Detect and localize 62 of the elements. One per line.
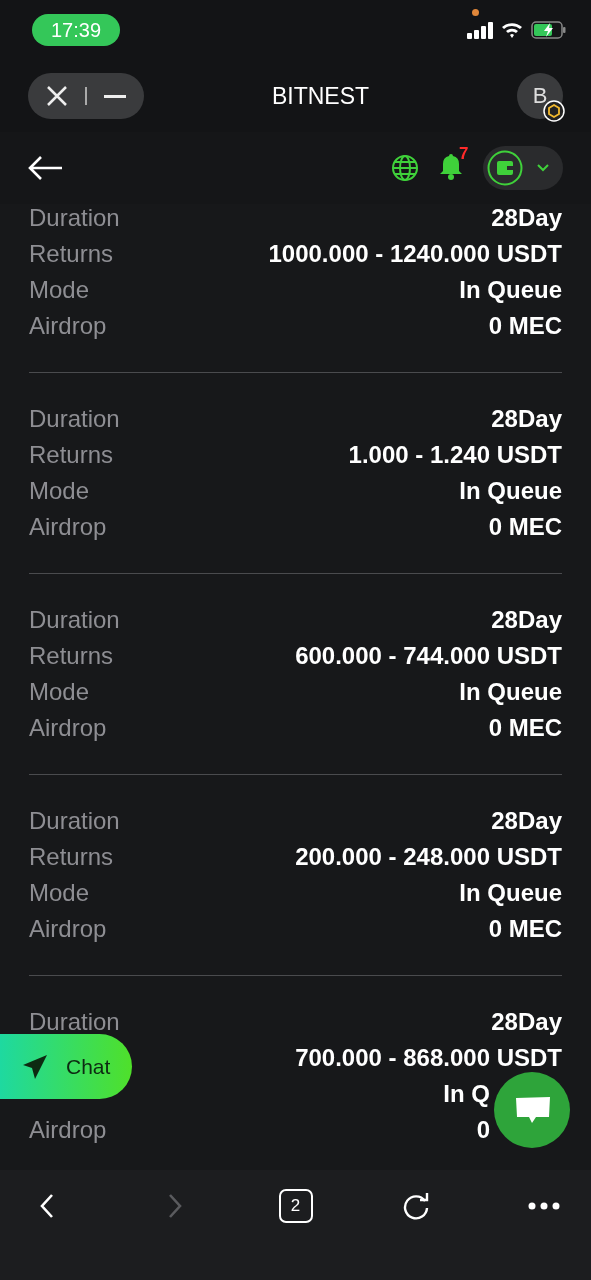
field-label: Airdrop xyxy=(29,714,107,742)
field-value: 28Day xyxy=(491,405,562,433)
field-label: Returns xyxy=(29,642,114,670)
privacy-dot-icon xyxy=(472,9,479,16)
signal-icon xyxy=(467,21,493,39)
field-value: 200.000 - 248.000 USDT xyxy=(295,843,562,871)
field-value: 0 xyxy=(476,1116,490,1144)
field-label: Airdrop xyxy=(29,513,107,541)
field-label: Mode xyxy=(29,477,90,505)
field-label: Duration xyxy=(29,204,120,232)
chevron-left-icon xyxy=(40,1193,54,1219)
field-value: In Q xyxy=(443,1080,490,1108)
field-label: Duration xyxy=(29,1008,120,1036)
field-value: 0 MEC xyxy=(488,513,562,541)
wallet-icon xyxy=(487,150,523,186)
field-value: 1000.000 - 1240.000 USDT xyxy=(268,240,562,268)
wallet-button[interactable] xyxy=(483,146,563,190)
status-time: 17:39 xyxy=(32,14,120,46)
chevron-down-icon xyxy=(537,164,549,172)
field-label: Returns xyxy=(29,843,114,871)
field-label: Duration xyxy=(29,405,120,433)
send-icon xyxy=(22,1053,48,1080)
notification-count: 7 xyxy=(459,144,469,164)
chat-button[interactable]: Chat xyxy=(0,1034,132,1099)
field-value: 0 MEC xyxy=(488,312,562,340)
field-value: In Queue xyxy=(459,879,562,907)
field-label: Airdrop xyxy=(29,915,107,943)
field-label: Mode xyxy=(29,678,90,706)
field-value: 28Day xyxy=(491,807,562,835)
app-title: BITNEST xyxy=(271,82,370,110)
field-value: In Queue xyxy=(459,678,562,706)
field-value: 28Day xyxy=(491,606,562,634)
field-label: Airdrop xyxy=(29,1116,107,1144)
globe-icon[interactable] xyxy=(391,154,419,182)
field-label: Returns xyxy=(29,441,114,469)
field-value: 1.000 - 1.240 USDT xyxy=(348,441,562,469)
wifi-icon xyxy=(501,22,523,38)
field-value: 0 MEC xyxy=(488,915,562,943)
battery-icon xyxy=(531,21,567,39)
more-icon xyxy=(528,1202,560,1210)
close-icon[interactable] xyxy=(46,85,69,107)
field-value: 28Day xyxy=(491,1008,562,1036)
field-label: Mode xyxy=(29,276,90,304)
reload-icon xyxy=(401,1192,430,1220)
field-value: 600.000 - 744.000 USDT xyxy=(295,642,562,670)
message-icon xyxy=(514,1095,550,1125)
field-label: Airdrop xyxy=(29,312,107,340)
chevron-right-icon xyxy=(168,1193,183,1219)
field-label: Duration xyxy=(29,606,120,634)
field-value: 0 MEC xyxy=(488,714,562,742)
minimize-icon[interactable] xyxy=(103,94,126,98)
avatar[interactable]: B xyxy=(517,73,563,119)
field-label: Duration xyxy=(29,807,120,835)
divider-icon xyxy=(85,87,87,105)
field-value: In Queue xyxy=(459,276,562,304)
back-arrow-icon[interactable] xyxy=(28,155,64,181)
field-value: 700.000 - 868.000 USDT xyxy=(295,1044,562,1072)
field-label: Mode xyxy=(29,879,90,907)
field-value: In Queue xyxy=(459,477,562,505)
field-label: Returns xyxy=(29,240,114,268)
field-value: 28Day xyxy=(491,204,562,232)
tabs-button[interactable]: 2 xyxy=(278,1189,313,1223)
